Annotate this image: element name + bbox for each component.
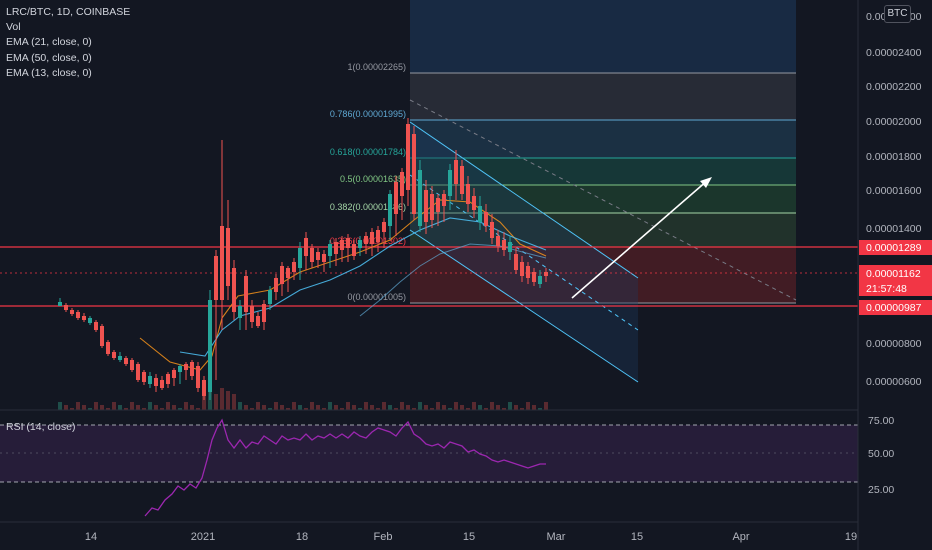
price-tick-label: 0.00001600 bbox=[866, 185, 922, 197]
time-tick-label: 14 bbox=[85, 531, 97, 543]
time-tick-label: 15 bbox=[463, 531, 475, 543]
time-tick-label: 15 bbox=[631, 531, 643, 543]
price-badge-resistance: 0.00001289 bbox=[859, 240, 932, 255]
rsi-axis-25: 25.00 bbox=[868, 484, 894, 496]
svg-text:0.00000987: 0.00000987 bbox=[866, 302, 922, 314]
currency-button[interactable]: BTC bbox=[884, 5, 911, 23]
price-tick-label: 0.00001800 bbox=[866, 151, 922, 163]
price-axis[interactable]: 0.000026000.000024000.000022000.00002000… bbox=[857, 0, 932, 550]
rsi-legend[interactable]: RSI (14, close) bbox=[6, 421, 75, 433]
fib-label-0: 0(0.00001005) bbox=[347, 292, 406, 302]
legend-ema50[interactable]: EMA (50, close, 0) bbox=[6, 51, 130, 66]
rsi-axis-75: 75.00 bbox=[868, 415, 894, 427]
time-tick-label: 2021 bbox=[191, 531, 215, 543]
price-badge-current: 0.00001162 21:57:48 bbox=[859, 265, 932, 296]
chart-legend[interactable]: LRC/BTC, 1D, COINBASE Vol EMA (21, close… bbox=[6, 5, 130, 81]
legend-ema13[interactable]: EMA (13, close, 0) bbox=[6, 66, 130, 81]
fib-label-0786: 0.786(0.00001995) bbox=[330, 109, 406, 119]
fib-label-1: 1(0.00002265) bbox=[347, 62, 406, 72]
time-axis[interactable]: 14 2021 18 Feb 15 Mar 15 Apr 19 bbox=[0, 521, 858, 543]
fib-label-0618: 0.618(0.00001784) bbox=[330, 147, 406, 157]
svg-text:0.00001289: 0.00001289 bbox=[866, 242, 922, 254]
time-tick-label: Mar bbox=[547, 531, 566, 543]
time-tick-label: 19 bbox=[845, 531, 857, 543]
svg-text:0.00001162: 0.00001162 bbox=[866, 268, 921, 280]
price-chart[interactable]: 1(0.00002265) 0.786(0.00001995) 0.618(0.… bbox=[0, 0, 932, 550]
price-tick-label: 0.00001400 bbox=[866, 223, 922, 235]
time-tick-label: Feb bbox=[374, 531, 393, 543]
bar-countdown: 21:57:48 bbox=[866, 283, 907, 295]
price-tick-label: 0.00000600 bbox=[866, 376, 922, 388]
time-tick-label: 18 bbox=[296, 531, 308, 543]
rsi-pane[interactable] bbox=[0, 418, 858, 517]
price-badge-support: 0.00000987 bbox=[859, 300, 932, 315]
legend-vol[interactable]: Vol bbox=[6, 20, 130, 35]
legend-ema21[interactable]: EMA (21, close, 0) bbox=[6, 35, 130, 50]
rsi-axis-50: 50.00 bbox=[868, 448, 894, 460]
price-tick-label: 0.00002200 bbox=[866, 81, 922, 93]
time-tick-label: Apr bbox=[732, 531, 749, 543]
symbol-title[interactable]: LRC/BTC, 1D, COINBASE bbox=[6, 5, 130, 20]
price-tick-label: 0.00002000 bbox=[866, 116, 922, 128]
price-tick-label: 0.00002400 bbox=[866, 47, 922, 59]
price-tick-label: 0.00000800 bbox=[866, 338, 922, 350]
